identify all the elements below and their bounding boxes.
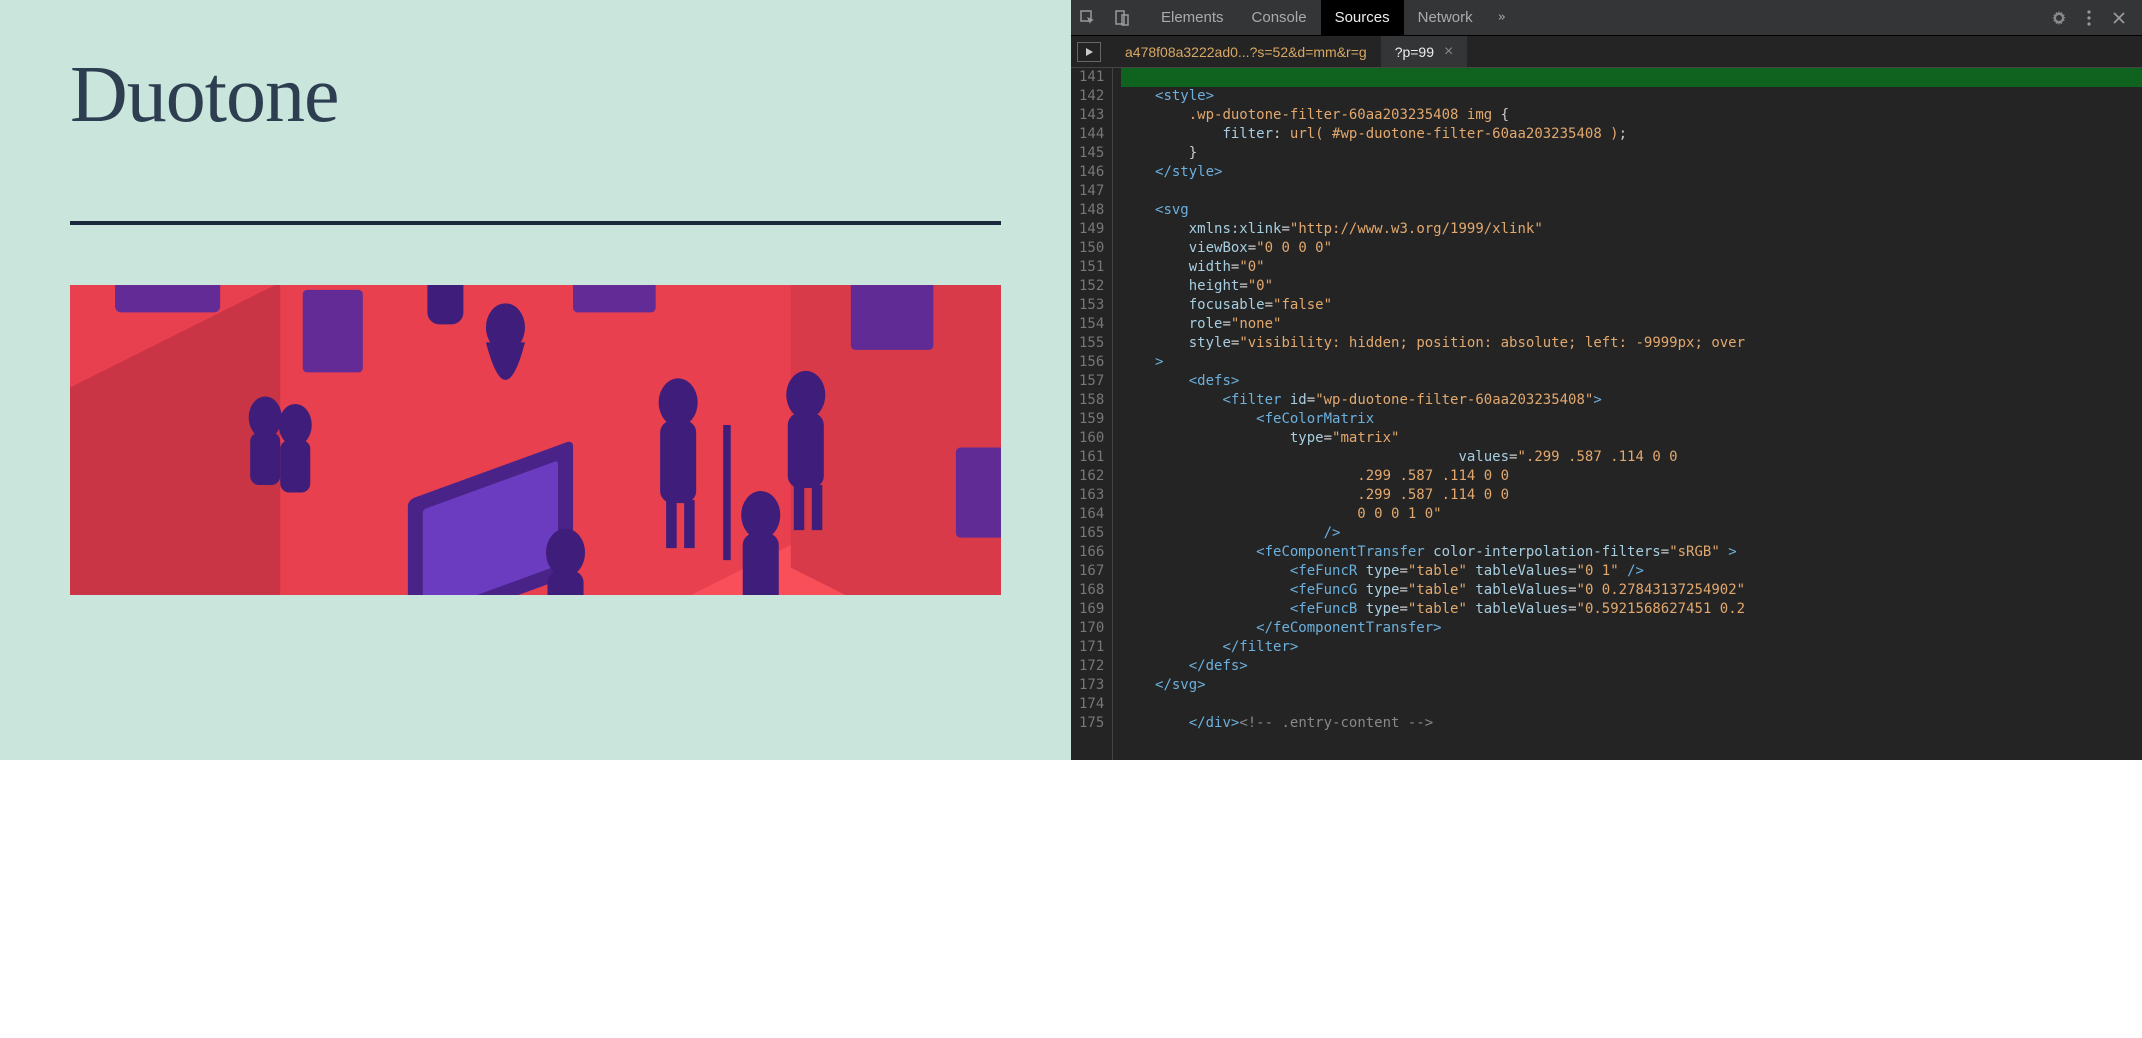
duotone-image — [70, 285, 1001, 595]
tab-console[interactable]: Console — [1238, 0, 1321, 35]
device-toolbar-icon[interactable] — [1105, 0, 1139, 36]
sources-file-tabs: a478f08a3222ad0...?s=52&d=mm&r=g ?p=99 × — [1071, 36, 2142, 68]
page-frame-icon[interactable] — [1077, 42, 1101, 62]
close-tab-icon[interactable]: × — [1444, 43, 1453, 61]
devtools-panel: Elements Console Sources Network » a478f… — [1071, 0, 2142, 760]
devtools-tabs: Elements Console Sources Network » — [1147, 0, 2044, 35]
line-number-gutter: 1411421431441451461471481491501511521531… — [1071, 68, 1113, 760]
page-divider — [70, 221, 1001, 225]
code-content[interactable]: <style> .wp-duotone-filter-60aa203235408… — [1113, 68, 2142, 760]
inspect-element-icon[interactable] — [1071, 0, 1105, 36]
kebab-menu-icon[interactable] — [2074, 0, 2104, 36]
file-tab-gravatar[interactable]: a478f08a3222ad0...?s=52&d=mm&r=g — [1111, 36, 1381, 67]
tab-elements[interactable]: Elements — [1147, 0, 1238, 35]
tabs-overflow-icon[interactable]: » — [1487, 0, 1517, 35]
tab-network[interactable]: Network — [1404, 0, 1487, 35]
file-tab-label: a478f08a3222ad0...?s=52&d=mm&r=g — [1125, 44, 1367, 60]
devtools-toolbar: Elements Console Sources Network » — [1071, 0, 2142, 36]
close-devtools-icon[interactable] — [2104, 0, 2134, 36]
file-tab-p99[interactable]: ?p=99 × — [1381, 36, 1468, 67]
settings-gear-icon[interactable] — [2044, 0, 2074, 36]
page-preview-pane: Duotone — [0, 0, 1071, 760]
file-tab-label: ?p=99 — [1395, 44, 1434, 60]
code-editor[interactable]: 1411421431441451461471481491501511521531… — [1071, 68, 2142, 760]
tab-sources[interactable]: Sources — [1321, 0, 1404, 35]
page-title: Duotone — [70, 50, 1001, 141]
